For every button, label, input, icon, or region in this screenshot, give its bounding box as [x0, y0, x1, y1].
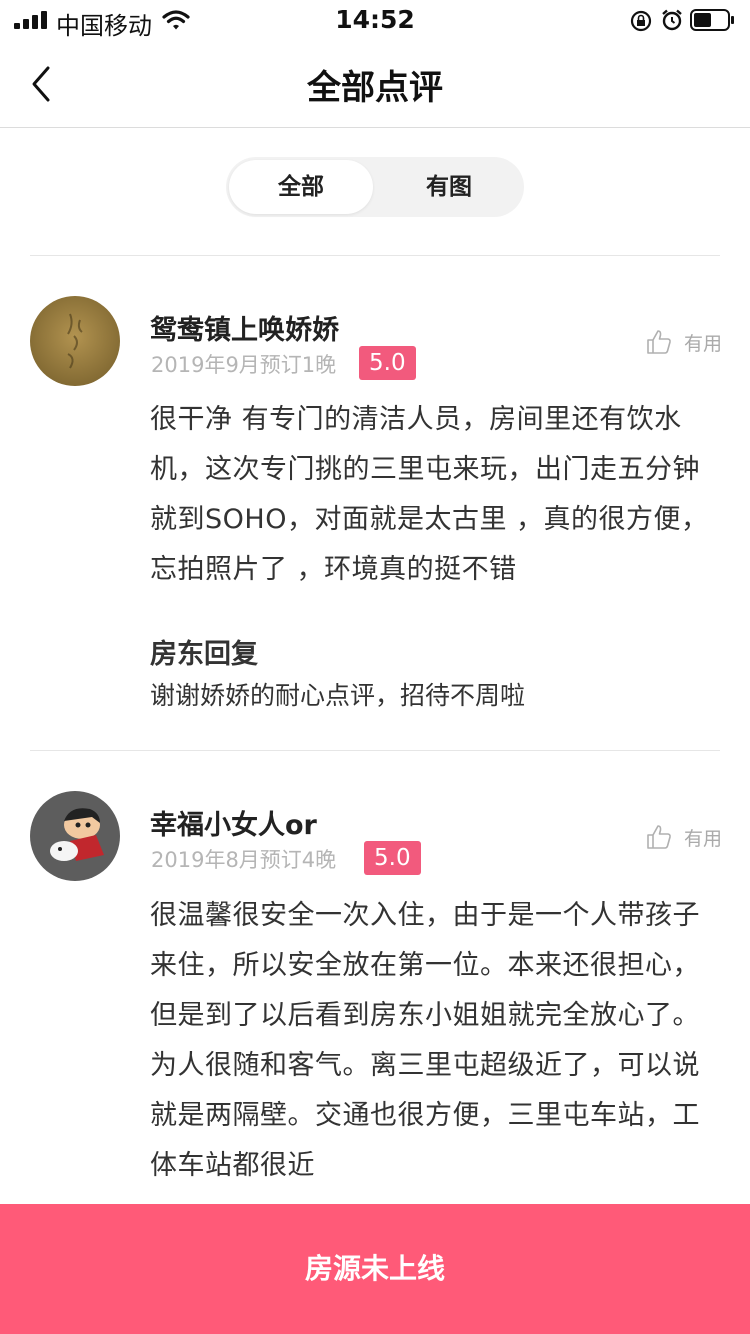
review-content: 很干净 有专门的清洁人员，房间里还有饮水机，这次专门挑的三里屯来玩，出门走五分钟…	[150, 404, 709, 585]
battery-icon	[690, 9, 734, 31]
avatar[interactable]	[30, 791, 120, 881]
divider	[30, 255, 720, 256]
alarm-icon	[662, 9, 682, 31]
reviewer-name: 幸福小女人or	[150, 810, 317, 841]
score-badge: 5.0	[364, 841, 421, 875]
useful-button[interactable]: 有用	[646, 822, 726, 852]
host-reply-text: 谢谢娇娇的耐心点评，招待不周啦	[150, 681, 526, 710]
host-reply-title: 房东回复	[150, 639, 258, 670]
tab-with-photos[interactable]: 有图	[377, 160, 521, 214]
useful-label: 有用	[684, 828, 723, 850]
nav-bar: 全部点评	[0, 40, 750, 128]
useful-button[interactable]: 有用	[646, 327, 726, 357]
avatar-image	[30, 791, 120, 881]
rotation-lock-icon	[630, 10, 652, 32]
score-badge: 5.0	[359, 346, 416, 380]
booking-info: 2019年9月预订1晚	[151, 353, 337, 377]
review-filter-tabs: 全部 有图	[226, 157, 524, 217]
reviewer-name: 鸳鸯镇上唤娇娇	[150, 315, 339, 346]
avatar-image	[30, 296, 120, 386]
divider	[30, 750, 720, 751]
tab-all[interactable]: 全部	[229, 160, 373, 214]
review-content: 很温馨很安全一次入住，由于是一个人带孩子来住，所以安全放在第一位。本来还很担心，…	[150, 900, 700, 1181]
page-title: 全部点评	[307, 68, 443, 108]
thumbs-up-icon	[647, 825, 671, 849]
booking-info: 2019年8月预订4晚	[151, 848, 337, 872]
useful-label: 有用	[684, 333, 723, 355]
thumbs-up-icon	[647, 330, 671, 354]
avatar[interactable]	[30, 296, 120, 386]
listing-offline-bar[interactable]: 房源未上线	[0, 1204, 750, 1334]
status-bar: 中国移动 14:52	[0, 0, 750, 40]
